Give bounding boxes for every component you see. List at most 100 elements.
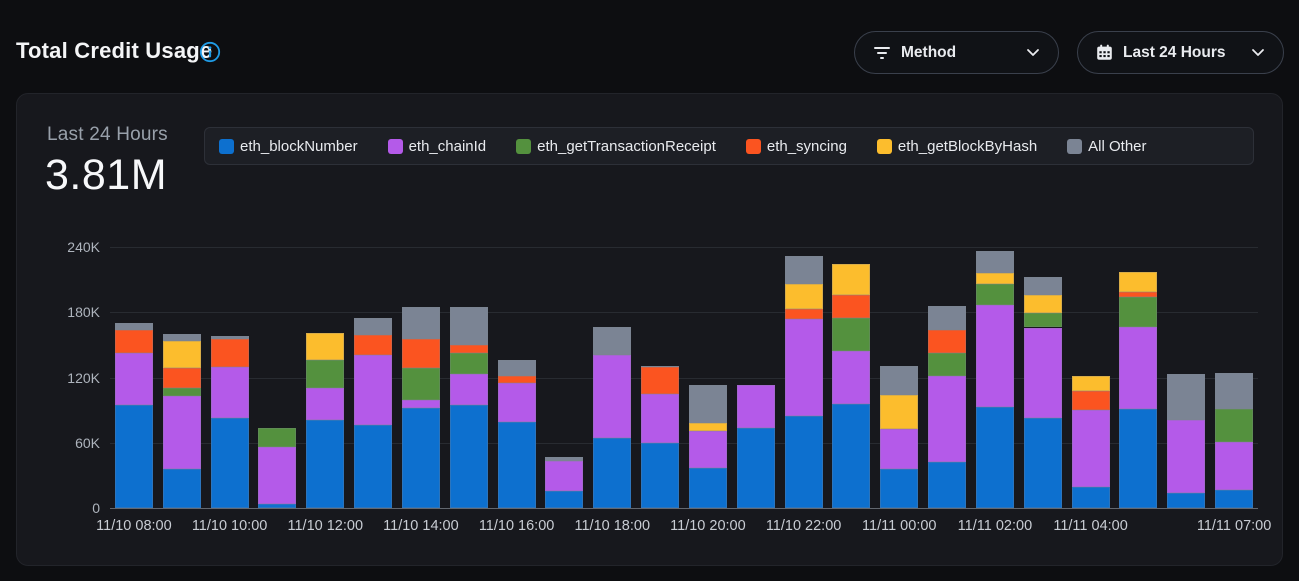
bar-segment-eth_syncing (1072, 391, 1110, 411)
chevron-down-icon (1251, 48, 1265, 57)
bar-segment-eth_syncing (785, 309, 823, 319)
bar-segment-eth_getBlockByHash (1024, 295, 1062, 313)
bar-segment-eth_syncing (498, 376, 536, 383)
y-axis-tick-label: 120K (17, 369, 100, 387)
y-axis-tick-label: 180K (17, 303, 100, 321)
stacked-bar-chart: 060K120K180K240K11/10 08:0011/10 10:0011… (17, 94, 1284, 567)
bar-segment-eth_chainId (785, 319, 823, 416)
bar-11/10 19:00[interactable] (641, 366, 679, 508)
bar-segment-eth_blockNumber (928, 462, 966, 508)
bar-11/10 21:00[interactable] (737, 385, 775, 508)
x-axis-tick-label: 11/10 08:00 (96, 518, 172, 534)
x-axis-tick-label: 11/11 00:00 (862, 518, 936, 534)
bar-11/10 18:00[interactable] (593, 327, 631, 508)
bar-segment-eth_getTransactionReceipt (306, 360, 344, 388)
bar-11/10 16:00[interactable] (498, 360, 536, 508)
bar-segment-eth_chainId (737, 385, 775, 427)
bar-segment-eth_blockNumber (545, 491, 583, 508)
bar-segment-All Other (545, 457, 583, 461)
bar-segment-eth_blockNumber (641, 443, 679, 508)
bar-11/11 05:00[interactable] (1119, 272, 1157, 508)
bar-11/11 00:00[interactable] (880, 366, 918, 508)
bar-segment-eth_chainId (115, 353, 153, 405)
bar-segment-All Other (689, 385, 727, 423)
bar-segment-eth_chainId (1167, 420, 1205, 493)
x-axis-tick-label: 11/10 10:00 (192, 518, 268, 534)
bar-segment-eth_blockNumber (450, 405, 488, 508)
bar-segment-eth_getTransactionReceipt (1024, 313, 1062, 327)
bar-segment-All Other (211, 336, 249, 339)
bar-segment-eth_syncing (115, 330, 153, 353)
bar-segment-eth_getTransactionReceipt (163, 388, 201, 396)
bar-segment-eth_chainId (689, 431, 727, 468)
bar-segment-All Other (1215, 373, 1253, 409)
bar-segment-eth_getBlockByHash (832, 264, 870, 294)
bar-segment-All Other (785, 256, 823, 284)
time-range-button[interactable]: Last 24 Hours (1077, 31, 1284, 74)
bar-segment-eth_blockNumber (689, 468, 727, 508)
bar-segment-eth_chainId (1215, 442, 1253, 490)
bar-11/10 22:00[interactable] (785, 256, 823, 508)
bar-segment-All Other (880, 366, 918, 395)
bar-11/10 11:00[interactable] (258, 428, 296, 508)
info-circle-icon[interactable] (199, 41, 221, 63)
bar-segment-eth_blockNumber (402, 408, 440, 508)
bar-segment-eth_getBlockByHash (1072, 376, 1110, 390)
bar-11/10 17:00[interactable] (545, 457, 583, 508)
bar-segment-eth_chainId (163, 396, 201, 469)
bar-segment-eth_chainId (641, 394, 679, 443)
bar-11/10 23:00[interactable] (832, 264, 870, 508)
time-range-label: Last 24 Hours (1123, 44, 1226, 62)
bar-segment-eth_blockNumber (1072, 487, 1110, 508)
bar-11/11 04:00[interactable] (1072, 376, 1110, 508)
bar-11/10 20:00[interactable] (689, 385, 727, 508)
page-title: Total Credit Usage (16, 38, 212, 64)
bar-segment-All Other (402, 307, 440, 340)
bar-segment-eth_syncing (354, 335, 392, 355)
bar-segment-eth_chainId (976, 305, 1014, 407)
bar-11/10 08:00[interactable] (115, 323, 153, 508)
bar-segment-eth_getBlockByHash (785, 284, 823, 309)
x-axis-tick-label: 11/10 14:00 (383, 518, 459, 534)
bar-segment-eth_blockNumber (354, 425, 392, 508)
bar-segment-eth_syncing (1119, 292, 1157, 297)
credit-usage-card: Last 24 Hours 3.81M eth_blockNumbereth_c… (16, 93, 1283, 566)
bar-segment-eth_blockNumber (880, 469, 918, 508)
bar-segment-eth_blockNumber (258, 504, 296, 508)
y-axis-tick-label: 240K (17, 238, 100, 256)
gridline (110, 312, 1258, 313)
bar-segment-eth_syncing (832, 295, 870, 318)
bar-11/10 10:00[interactable] (211, 336, 249, 508)
bar-11/10 13:00[interactable] (354, 318, 392, 508)
bar-segment-All Other (354, 318, 392, 335)
bar-segment-eth_blockNumber (211, 418, 249, 508)
bar-11/10 15:00[interactable] (450, 307, 488, 508)
bar-11/10 12:00[interactable] (306, 333, 344, 508)
bar-segment-eth_chainId (498, 383, 536, 422)
bar-11/11 01:00[interactable] (928, 306, 966, 508)
x-axis-tick-label: 11/10 18:00 (574, 518, 650, 534)
bar-segment-eth_blockNumber (737, 428, 775, 508)
bar-segment-eth_syncing (641, 367, 679, 394)
bar-11/11 02:00[interactable] (976, 251, 1014, 508)
bar-11/10 14:00[interactable] (402, 307, 440, 508)
bar-segment-eth_chainId (1119, 327, 1157, 409)
method-filter-button[interactable]: Method (854, 31, 1059, 74)
bar-11/11 07:00[interactable] (1215, 373, 1253, 508)
bar-segment-eth_chainId (880, 429, 918, 469)
x-axis-tick-label: 11/10 16:00 (479, 518, 555, 534)
x-axis-tick-label: 11/11 04:00 (1053, 518, 1127, 534)
bar-segment-eth_getBlockByHash (689, 423, 727, 431)
bar-segment-eth_chainId (545, 461, 583, 490)
bar-segment-eth_blockNumber (976, 407, 1014, 508)
bar-11/11 06:00[interactable] (1167, 374, 1205, 508)
bar-11/10 09:00[interactable] (163, 334, 201, 508)
bar-segment-eth_getTransactionReceipt (928, 353, 966, 377)
bar-11/11 03:00[interactable] (1024, 277, 1062, 508)
bar-segment-All Other (1024, 277, 1062, 294)
x-axis-tick-label: 11/11 02:00 (958, 518, 1032, 534)
bar-segment-All Other (928, 306, 966, 330)
bar-segment-eth_getBlockByHash (163, 341, 201, 368)
bar-segment-eth_getTransactionReceipt (1119, 297, 1157, 327)
bar-segment-All Other (1167, 374, 1205, 420)
